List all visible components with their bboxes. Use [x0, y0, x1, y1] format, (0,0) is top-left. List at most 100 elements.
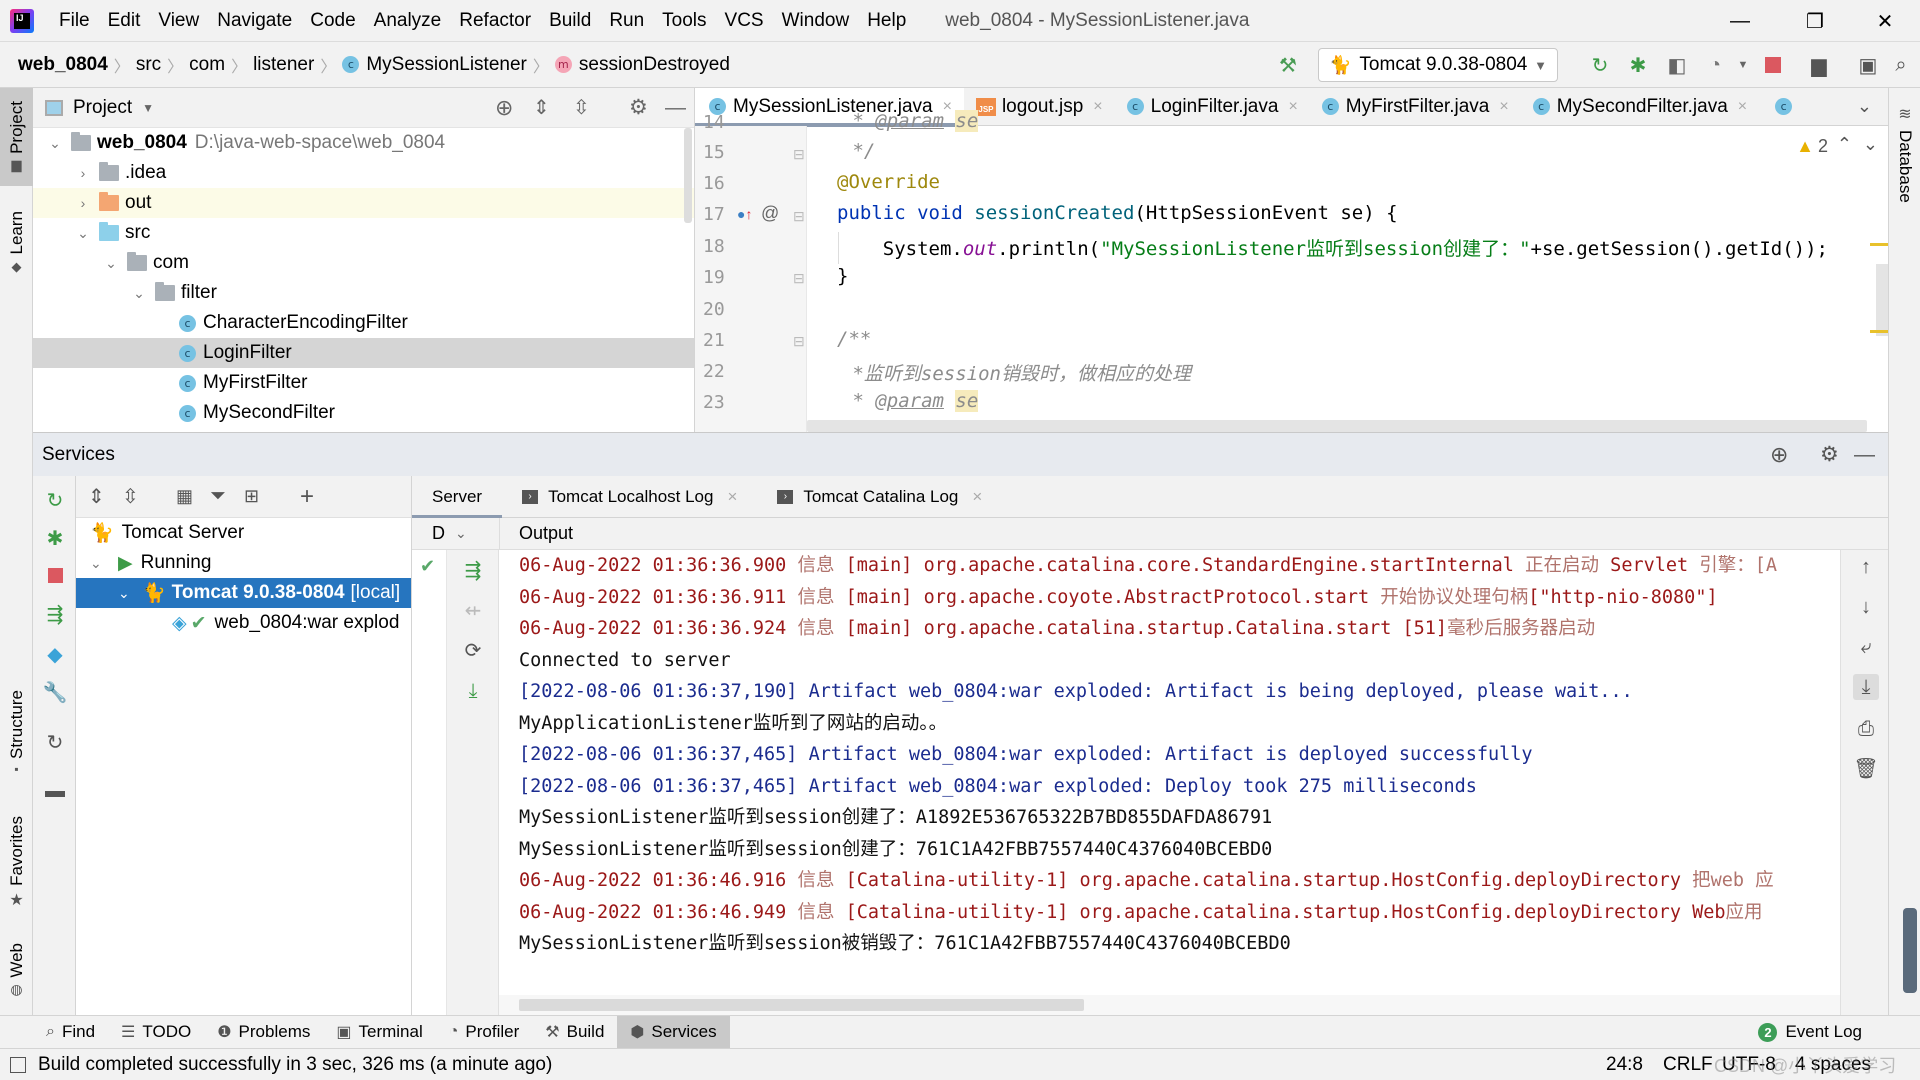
- editor-vertical-scrollbar[interactable]: [1876, 264, 1888, 336]
- search-everywhere-icon[interactable]: ⌕: [1888, 52, 1914, 78]
- menu-help[interactable]: Help: [858, 10, 915, 32]
- stop-icon[interactable]: [1760, 52, 1786, 78]
- tree-item-filter[interactable]: ⌄ filter: [33, 278, 694, 308]
- chevron-right-icon[interactable]: ›: [73, 165, 93, 181]
- group-by-icon[interactable]: ▦: [176, 486, 193, 507]
- locate-file-icon[interactable]: ⊕: [495, 95, 513, 121]
- deploy-icon[interactable]: ⇶: [42, 602, 68, 628]
- tool-tab-services[interactable]: ⬢ Services: [617, 1015, 730, 1049]
- menu-edit[interactable]: Edit: [99, 10, 150, 32]
- toggle-tool-windows-icon[interactable]: [10, 1056, 26, 1073]
- chevron-right-icon[interactable]: ›: [73, 195, 93, 211]
- breadcrumb-method[interactable]: sessionDestroyed: [579, 54, 730, 76]
- menu-code[interactable]: Code: [301, 10, 364, 32]
- deploy-all-icon[interactable]: ⇶: [460, 558, 486, 584]
- project-scrollbar[interactable]: [684, 128, 692, 223]
- menu-view[interactable]: View: [149, 10, 208, 32]
- refresh-icon[interactable]: ↻: [42, 730, 68, 756]
- minimize-button[interactable]: —: [1710, 0, 1770, 42]
- add-service-icon[interactable]: +: [300, 483, 314, 511]
- breadcrumb-project[interactable]: web_0804: [18, 54, 108, 76]
- annotation-marker-icon[interactable]: @: [761, 203, 779, 224]
- collapse-all-icon[interactable]: ⇳: [573, 95, 590, 120]
- menu-run[interactable]: Run: [600, 10, 653, 32]
- fold-marker-icon[interactable]: ⊟: [793, 270, 805, 287]
- tab-myfirstfilter[interactable]: c MyFirstFilter.java ×: [1310, 88, 1521, 126]
- tree-item-com[interactable]: ⌄ com: [33, 248, 694, 278]
- tool-tab-find[interactable]: ⌕ Find: [33, 1016, 108, 1049]
- tree-item-class[interactable]: c CharacterEncodingFilter: [33, 308, 694, 338]
- inspection-widget[interactable]: ▲ 2: [1796, 136, 1828, 157]
- stop-icon[interactable]: [42, 564, 68, 590]
- tab-tomcat-catalina-log[interactable]: › Tomcat Catalina Log ×: [757, 476, 1002, 518]
- close-tab-icon[interactable]: ×: [1093, 98, 1102, 116]
- tool-window-favorites[interactable]: Favorites ★: [0, 808, 33, 918]
- expand-all-icon[interactable]: ⇕: [88, 484, 105, 509]
- tab-tomcat-localhost-log[interactable]: › Tomcat Localhost Log ×: [502, 476, 757, 518]
- tree-item-src[interactable]: ⌄ src: [33, 218, 694, 248]
- tree-item-class[interactable]: c MySecondFilter: [33, 398, 694, 428]
- code-area[interactable]: * @param se */ @Override public void ses…: [807, 110, 1888, 432]
- scrollbar-thumb[interactable]: [519, 999, 1084, 1011]
- close-tab-icon[interactable]: ×: [972, 487, 982, 507]
- status-message[interactable]: Build completed successfully in 3 sec, 3…: [38, 1054, 552, 1076]
- menu-window[interactable]: Window: [773, 10, 859, 32]
- tab-mysecondfilter[interactable]: c MySecondFilter.java ×: [1521, 88, 1759, 126]
- close-tab-icon[interactable]: ×: [1738, 98, 1747, 116]
- chevron-down-icon[interactable]: ⌄: [45, 135, 65, 152]
- menu-vcs[interactable]: VCS: [716, 10, 773, 32]
- menu-file[interactable]: File: [50, 10, 99, 32]
- breadcrumb-src[interactable]: src: [136, 54, 161, 76]
- service-running-group[interactable]: ⌄ ▶ Running: [76, 548, 411, 578]
- breadcrumb-com[interactable]: com: [189, 54, 225, 76]
- layout-icon[interactable]: ▬: [42, 778, 68, 804]
- tool-tab-build[interactable]: ⚒ Build: [532, 1016, 617, 1049]
- scroll-to-end-icon[interactable]: ⤓: [1853, 674, 1879, 700]
- chevron-down-icon[interactable]: ⌄: [73, 225, 93, 242]
- caret-position[interactable]: 24:8: [1606, 1054, 1643, 1076]
- tab-loginfilter[interactable]: c LoginFilter.java ×: [1115, 88, 1310, 126]
- hide-panel-icon[interactable]: —: [665, 96, 686, 120]
- close-tab-icon[interactable]: ×: [1499, 98, 1508, 116]
- service-artifact[interactable]: ◈ ✔ web_0804:war explod: [76, 608, 411, 638]
- new-service-icon[interactable]: ⊞: [244, 486, 259, 507]
- console-horizontal-scrollbar[interactable]: [499, 995, 1840, 1015]
- chevron-down-icon[interactable]: ⌄: [455, 525, 467, 542]
- tabs-overflow-chevron-icon[interactable]: ⌄: [1857, 96, 1872, 117]
- rerun-icon[interactable]: ↻: [42, 488, 68, 514]
- chevron-down-icon[interactable]: ⌄: [129, 285, 149, 302]
- implements-marker-icon[interactable]: ●↑: [737, 206, 752, 222]
- line-separator[interactable]: CRLF: [1663, 1054, 1713, 1076]
- tool-window-structure[interactable]: Structure ▪: [0, 678, 33, 788]
- update-app-icon[interactable]: ⤓: [460, 678, 486, 704]
- tab-logout-jsp[interactable]: JSP logout.jsp ×: [964, 88, 1115, 126]
- horizontal-scrollbar[interactable]: [807, 420, 1867, 432]
- chevron-down-icon[interactable]: ⌄: [90, 555, 118, 572]
- undeploy-icon[interactable]: ⇷: [460, 598, 486, 624]
- close-tab-icon[interactable]: ×: [727, 487, 737, 507]
- fold-marker-icon[interactable]: ⊟: [793, 333, 805, 350]
- tree-item-idea[interactable]: › .idea: [33, 158, 694, 188]
- tree-item-class[interactable]: c MyFirstFilter: [33, 368, 694, 398]
- breadcrumb-class[interactable]: MySessionListener: [366, 54, 527, 76]
- redeploy-icon[interactable]: ⟳: [460, 638, 486, 664]
- console-output[interactable]: 06-Aug-2022 01:36:36.900 信息 [main] org.a…: [499, 550, 1840, 995]
- gear-icon[interactable]: ⚙: [1820, 442, 1839, 467]
- build-hammer-icon[interactable]: ⚒: [1275, 52, 1301, 78]
- more-tabs-class-icon[interactable]: c: [1775, 98, 1793, 115]
- profile-icon[interactable]: ◔: [1702, 52, 1728, 78]
- artifact-icon[interactable]: ◆: [42, 642, 68, 668]
- tool-tab-terminal[interactable]: ▣ Terminal: [323, 1016, 435, 1049]
- scroll-up-icon[interactable]: ↑: [1853, 554, 1879, 580]
- tool-window-database[interactable]: ≋ Database: [1889, 93, 1920, 213]
- collapse-all-icon[interactable]: ⇳: [122, 484, 139, 509]
- run-anything-icon[interactable]: ▣: [1855, 52, 1881, 78]
- debug-icon[interactable]: ✱: [42, 526, 68, 552]
- close-window-button[interactable]: ✕: [1855, 0, 1915, 42]
- menu-navigate[interactable]: Navigate: [208, 10, 301, 32]
- gear-icon[interactable]: ⚙: [629, 95, 648, 120]
- service-tomcat-server[interactable]: 🐈 Tomcat Server: [76, 518, 411, 548]
- next-highlight-icon[interactable]: ⌄: [1863, 134, 1878, 155]
- hide-panel-icon[interactable]: —: [1854, 443, 1875, 467]
- previous-highlight-icon[interactable]: ⌃: [1837, 134, 1852, 155]
